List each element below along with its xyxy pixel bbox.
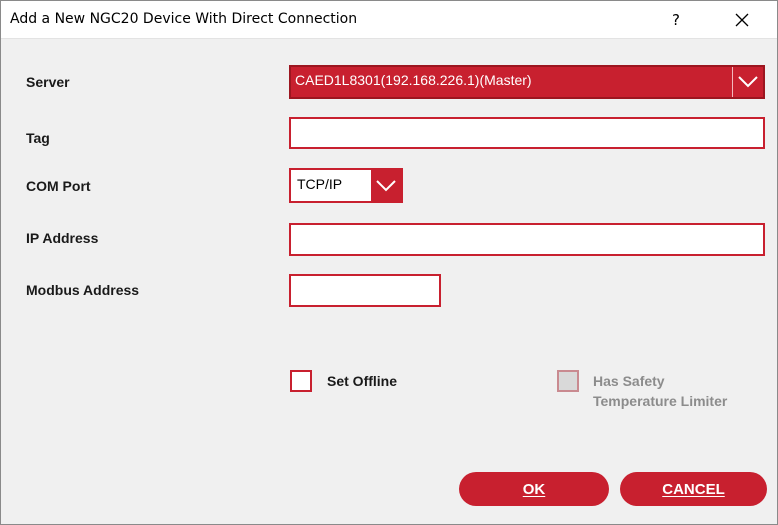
com-port-label: COM Port bbox=[26, 178, 91, 194]
dialog-window: Add a New NGC20 Device With Direct Conne… bbox=[0, 0, 778, 525]
tag-input[interactable] bbox=[289, 117, 765, 149]
server-dropdown-button[interactable] bbox=[732, 67, 763, 97]
ip-address-label: IP Address bbox=[26, 230, 99, 246]
modbus-address-label: Modbus Address bbox=[26, 282, 140, 298]
set-offline-label[interactable]: Set Offline bbox=[327, 373, 397, 389]
ok-button[interactable]: OK bbox=[459, 472, 609, 506]
com-port-dropdown-button[interactable] bbox=[371, 170, 401, 201]
set-offline-checkbox[interactable] bbox=[290, 370, 312, 392]
close-button[interactable] bbox=[719, 1, 765, 38]
cancel-button[interactable]: CANCEL bbox=[620, 472, 767, 506]
help-button[interactable]: ? bbox=[653, 1, 699, 38]
chevron-down-icon bbox=[376, 179, 396, 191]
ip-address-input[interactable] bbox=[289, 223, 765, 256]
safety-limiter-label-line2: Temperature Limiter bbox=[593, 393, 728, 409]
server-selected-value: CAED1L8301(192.168.226.1)(Master) bbox=[295, 72, 532, 88]
com-port-select[interactable]: TCP/IP bbox=[289, 168, 403, 203]
server-select[interactable]: CAED1L8301(192.168.226.1)(Master) bbox=[289, 65, 765, 99]
modbus-address-input[interactable] bbox=[289, 274, 441, 307]
safety-limiter-label: Has Safety Temperature Limiter bbox=[593, 371, 727, 411]
chevron-down-icon bbox=[738, 76, 758, 88]
server-label: Server bbox=[26, 74, 70, 90]
safety-limiter-label-line1: Has Safety bbox=[593, 373, 665, 389]
safety-limiter-checkbox bbox=[557, 370, 579, 392]
tag-label: Tag bbox=[26, 130, 50, 146]
com-port-selected-value: TCP/IP bbox=[297, 176, 343, 192]
title-bar: Add a New NGC20 Device With Direct Conne… bbox=[1, 1, 777, 39]
dialog-title: Add a New NGC20 Device With Direct Conne… bbox=[10, 11, 358, 27]
close-icon bbox=[735, 13, 749, 26]
help-icon: ? bbox=[672, 10, 680, 29]
